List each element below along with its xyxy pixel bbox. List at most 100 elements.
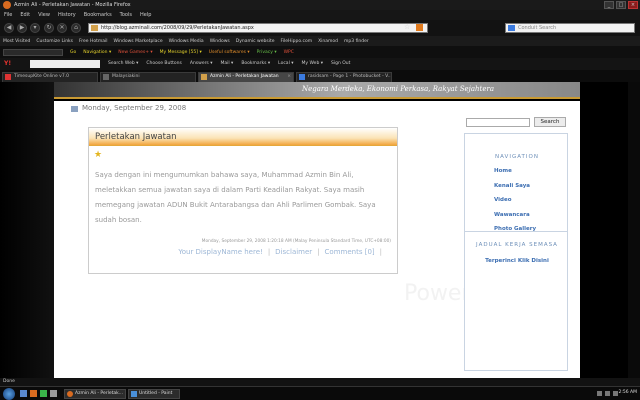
yahoo-toolbar-item[interactable]: Choose Buttons <box>146 61 181 66</box>
yahoo-logo-icon[interactable]: Y! <box>4 60 11 67</box>
tab-azmin-ali[interactable]: Azmin Ali - Perletakan Jawatan × <box>198 72 294 82</box>
toolbar-games-menu[interactable]: New Games+ ▾ <box>118 50 152 55</box>
bookmark-item[interactable]: Customize Links <box>36 39 73 44</box>
close-button[interactable]: × <box>628 1 638 9</box>
maximize-button[interactable]: □ <box>616 1 626 9</box>
nav-link-video[interactable]: Video <box>494 197 536 212</box>
yahoo-toolbar-item[interactable]: Mail ▾ <box>220 61 233 66</box>
schedule-link[interactable]: Terperinci Klik Disini <box>465 258 569 264</box>
tray-app-icon[interactable] <box>613 391 618 396</box>
yahoo-toolbar-item[interactable]: Search Web ▾ <box>108 61 138 66</box>
bookmark-item[interactable]: FileHippo.com <box>281 39 313 44</box>
site-favicon <box>91 25 98 31</box>
yahoo-toolbar-item[interactable]: Sign Out <box>331 61 350 66</box>
separator: | <box>379 248 382 256</box>
bookmark-item[interactable]: mp3 finder <box>344 39 369 44</box>
blog-search-button[interactable]: Search <box>534 117 566 127</box>
quicklaunch-folder-icon[interactable] <box>50 390 57 397</box>
yahoo-toolbar-item[interactable]: My Web ▾ <box>302 61 323 66</box>
search-engine-icon[interactable] <box>508 25 515 31</box>
dropdown-button[interactable]: ▾ <box>30 23 40 33</box>
status-bar: Done <box>0 378 640 386</box>
navigation-heading: NAVIGATION <box>495 154 539 160</box>
tab-favicon <box>5 74 11 80</box>
tray-volume-icon[interactable] <box>605 391 610 396</box>
menu-view[interactable]: View <box>38 12 50 18</box>
toolbar-search-input[interactable] <box>3 48 63 56</box>
disclaimer-link[interactable]: Disclaimer <box>275 248 312 256</box>
bookmark-item[interactable]: Windows Media <box>169 39 204 44</box>
toolbar-privacy-menu[interactable]: Privacy ▾ <box>257 50 277 55</box>
yahoo-search-input[interactable] <box>30 60 100 68</box>
forward-button[interactable]: ▶ <box>17 23 27 33</box>
taskbar-button-label: Azmin Ali - Perletak... <box>75 391 124 396</box>
back-button[interactable]: ◀ <box>4 23 14 33</box>
blog-post: Perletakan Jawatan ★ Saya dengan ini men… <box>88 127 398 274</box>
bookmark-item[interactable]: Dynamic website <box>236 39 275 44</box>
separator: | <box>267 248 271 256</box>
blog-sidebar: Search NAVIGATION Home Kenali Saya Video… <box>464 101 568 378</box>
blog-search-input[interactable] <box>466 118 530 127</box>
page-scrollbar[interactable] <box>628 82 640 378</box>
taskbar-clock[interactable]: 2:56 AM <box>619 390 638 395</box>
menu-bar: File Edit View History Bookmarks Tools H… <box>0 10 640 20</box>
tab-favicon <box>103 74 109 80</box>
toolbar-software-menu[interactable]: Useful softwares ▾ <box>209 50 250 55</box>
taskbar-button-paint[interactable]: Untitled - Paint <box>128 389 180 399</box>
bookmark-item[interactable]: Windows <box>210 39 230 44</box>
bookmark-item[interactable]: Free Hotmail <box>79 39 108 44</box>
toolbar-wpc-button[interactable]: WPC <box>284 50 294 55</box>
menu-history[interactable]: History <box>58 12 76 18</box>
bookmark-star-icon[interactable]: ☆ <box>404 23 410 31</box>
blog-banner: Negara Merdeka, Ekonomi Perkasa, Rakyat … <box>54 82 580 99</box>
yahoo-toolbar-item[interactable]: Local ▾ <box>278 61 293 66</box>
quicklaunch-app-icon[interactable] <box>40 390 47 397</box>
tab-close-icon[interactable]: × <box>287 73 291 81</box>
toolbar-message-menu[interactable]: My Message [55] ▾ <box>160 50 202 55</box>
menu-file[interactable]: File <box>4 12 12 18</box>
url-bar[interactable]: http://blog.azminali.com/2008/09/29/Perl… <box>88 23 428 33</box>
navigation-box: NAVIGATION Home Kenali Saya Video Wawanc… <box>464 133 568 235</box>
menu-tools[interactable]: Tools <box>120 12 132 18</box>
comments-link[interactable]: Comments [0] <box>325 248 375 256</box>
quicklaunch-firefox-icon[interactable] <box>30 390 37 397</box>
separator: | <box>317 248 320 256</box>
post-title[interactable]: Perletakan Jawatan <box>95 132 177 142</box>
start-button-icon[interactable] <box>3 388 15 400</box>
tab-favicon <box>201 74 207 80</box>
schedule-box: JADUAL KERJA SEMASA Terperinci Klik Disi… <box>464 231 568 371</box>
nav-link-wawancara[interactable]: Wawancara <box>494 212 536 227</box>
toolbar-navigation-menu[interactable]: Navigation ▾ <box>83 50 111 55</box>
search-input[interactable]: Conduit Search <box>505 23 635 33</box>
menu-help[interactable]: Help <box>140 12 151 18</box>
tab-favicon <box>299 74 305 80</box>
page-viewport: Negara Merdeka, Ekonomi Perkasa, Rakyat … <box>0 82 640 378</box>
nav-link-kenali-saya[interactable]: Kenali Saya <box>494 183 536 198</box>
tab-photobucket[interactable]: rasidsam - Page 1 - Photobucket - V... <box>296 72 392 82</box>
nav-link-home[interactable]: Home <box>494 168 536 183</box>
yahoo-toolbar-item[interactable]: Bookmarks ▾ <box>241 61 270 66</box>
tab-timesupkite[interactable]: TimesupKite Online v7.0 <box>2 72 98 82</box>
menu-bookmarks[interactable]: Bookmarks <box>84 12 112 18</box>
bookmark-item[interactable]: Xinamod <box>318 39 338 44</box>
yahoo-toolbar-item[interactable]: Answers ▾ <box>190 61 213 66</box>
navigation-toolbar: ◀ ▶ ▾ ↻ ✕ ⌂ http://blog.azminali.com/200… <box>0 20 640 36</box>
minimize-button[interactable]: _ <box>604 1 614 9</box>
bookmark-item[interactable]: Windows Marketplace <box>114 39 163 44</box>
home-button[interactable]: ⌂ <box>71 23 81 33</box>
tray-network-icon[interactable] <box>597 391 602 396</box>
rss-feed-icon[interactable] <box>416 24 423 31</box>
tab-label: Malaysiakini <box>112 74 140 79</box>
quicklaunch-desktop-icon[interactable] <box>20 390 27 397</box>
stop-button[interactable]: ✕ <box>57 23 67 33</box>
toolbar-go-button[interactable]: Go <box>70 50 76 55</box>
post-date: Monday, September 29, 2008 <box>82 104 187 112</box>
bookmark-item[interactable]: Most Visited <box>3 39 30 44</box>
page-background <box>0 82 54 378</box>
reload-button[interactable]: ↻ <box>44 23 54 33</box>
taskbar-button-firefox[interactable]: Azmin Ali - Perletak... <box>64 389 126 399</box>
tab-malaysiakini[interactable]: Malaysiakini <box>100 72 196 82</box>
post-meta: Monday, September 29, 2008 1:20:18 AM (M… <box>201 239 391 244</box>
author-link[interactable]: Your DisplayName here! <box>178 248 262 256</box>
menu-edit[interactable]: Edit <box>20 12 30 18</box>
